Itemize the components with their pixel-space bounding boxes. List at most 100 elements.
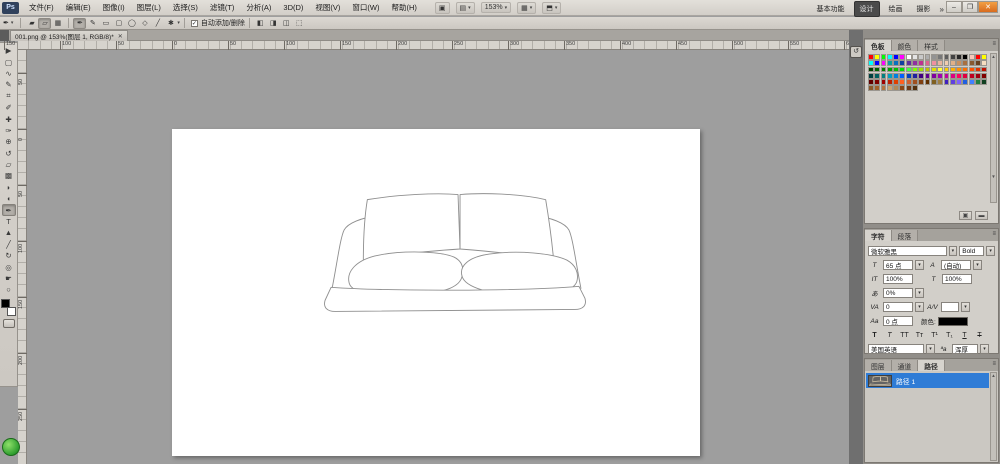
color-swatch[interactable]: [912, 67, 918, 73]
color-swatch[interactable]: [975, 60, 981, 66]
arrange-documents-icon[interactable]: ▦▾: [517, 2, 536, 14]
scroll-up-icon[interactable]: ▲: [991, 373, 995, 378]
color-swatch[interactable]: [937, 54, 943, 60]
color-swatch[interactable]: [931, 73, 937, 79]
menu-item-分析(A)[interactable]: 分析(A): [240, 1, 277, 15]
color-swatch[interactable]: [868, 73, 874, 79]
color-swatch[interactable]: [881, 60, 887, 66]
color-swatch[interactable]: [937, 79, 943, 85]
polygon-button[interactable]: ◇: [138, 18, 151, 29]
rectangular-marquee-tool[interactable]: ▢: [2, 56, 16, 67]
color-swatch[interactable]: [881, 73, 887, 79]
color-swatch[interactable]: [950, 54, 956, 60]
color-swatch[interactable]: [969, 73, 975, 79]
baseline-shift-input[interactable]: 0 点: [883, 316, 913, 326]
color-swatch[interactable]: [881, 54, 887, 60]
kerning-select[interactable]: [941, 302, 959, 312]
color-swatch[interactable]: [962, 79, 968, 85]
color-swatch[interactable]: [956, 73, 962, 79]
recorder-badge[interactable]: [2, 438, 20, 456]
color-swatch[interactable]: [918, 67, 924, 73]
3d-rotate-tool[interactable]: ↻: [2, 250, 16, 261]
brush-tool[interactable]: ✑: [2, 125, 16, 136]
color-swatch[interactable]: [944, 60, 950, 66]
view-extras-icon[interactable]: ▤▾: [456, 2, 475, 14]
leading-input[interactable]: (自动): [941, 260, 971, 270]
color-swatch[interactable]: [906, 54, 912, 60]
color-swatch[interactable]: [899, 60, 905, 66]
color-swatch[interactable]: [975, 79, 981, 85]
workspace-overflow-icon[interactable]: »: [940, 5, 944, 14]
delete-swatch-button[interactable]: ▬: [975, 211, 988, 220]
anti-alias-select[interactable]: 浑厚: [952, 344, 978, 354]
add-path-area-button[interactable]: ◧: [254, 18, 267, 29]
color-swatch[interactable]: [899, 73, 905, 79]
color-swatch[interactable]: [881, 85, 887, 91]
document-tab[interactable]: 001.png @ 153%(图层 1, RGB/8)* ✕: [10, 30, 128, 41]
color-swatch[interactable]: [881, 79, 887, 85]
color-swatch[interactable]: [969, 60, 975, 66]
all-caps-button[interactable]: TT: [898, 330, 911, 341]
color-swatch[interactable]: [899, 67, 905, 73]
fill-pixels-button[interactable]: ▦: [51, 18, 64, 29]
color-swatch[interactable]: [881, 67, 887, 73]
color-swatch[interactable]: [918, 73, 924, 79]
color-swatch[interactable]: [969, 67, 975, 73]
faux-bold-button[interactable]: T: [868, 330, 881, 341]
vertical-scale-input[interactable]: 100%: [883, 274, 913, 284]
color-swatch[interactable]: [918, 60, 924, 66]
color-swatch[interactable]: [887, 60, 893, 66]
small-caps-button[interactable]: Tᴛ: [913, 330, 926, 341]
subscript-button[interactable]: T₁: [943, 330, 956, 341]
dodge-tool[interactable]: ◖: [2, 193, 16, 204]
eraser-tool[interactable]: ▱: [2, 159, 16, 170]
color-swatch[interactable]: [874, 79, 880, 85]
color-swatch[interactable]: [962, 67, 968, 73]
paths-scrollbar[interactable]: ▲: [990, 372, 997, 461]
color-swatch[interactable]: [962, 60, 968, 66]
chevron-down-icon[interactable]: ▾: [980, 344, 989, 354]
pen-tool[interactable]: ✒: [2, 204, 16, 215]
color-swatch[interactable]: [981, 67, 987, 73]
color-swatch[interactable]: [944, 54, 950, 60]
paths-tab-图层[interactable]: 图层: [865, 360, 892, 371]
color-swatch[interactable]: [931, 67, 937, 73]
menu-item-视图(V)[interactable]: 视图(V): [309, 1, 346, 15]
color-swatch[interactable]: [925, 54, 931, 60]
document-canvas[interactable]: [172, 129, 700, 456]
tsume-select[interactable]: 0%: [883, 288, 913, 298]
color-swatch[interactable]: [893, 60, 899, 66]
color-swatch[interactable]: [918, 54, 924, 60]
crop-tool[interactable]: ⌗: [2, 91, 16, 102]
color-swatch[interactable]: [918, 79, 924, 85]
type-tool[interactable]: T: [2, 216, 16, 227]
swatches-scrollbar[interactable]: ▲ ▼: [990, 53, 997, 203]
color-swatch[interactable]: [950, 73, 956, 79]
color-swatch[interactable]: [962, 73, 968, 79]
shape-layers-button[interactable]: ▰: [25, 18, 38, 29]
color-swatch[interactable]: [975, 67, 981, 73]
pen-tool-button[interactable]: ✒: [73, 18, 86, 29]
color-swatch[interactable]: [944, 79, 950, 85]
workspace-设计[interactable]: 设计: [854, 1, 880, 17]
underline-button[interactable]: T: [958, 330, 971, 341]
tracking-select[interactable]: 0: [883, 302, 913, 312]
color-swatch[interactable]: [981, 54, 987, 60]
color-swatch[interactable]: [950, 79, 956, 85]
color-swatch[interactable]: [906, 73, 912, 79]
checkbox-icon[interactable]: ✓: [191, 20, 198, 27]
color-swatch[interactable]: [925, 73, 931, 79]
auto-add-delete-checkbox[interactable]: ✓ 自动添加/删除: [191, 18, 245, 28]
color-swatch[interactable]: [887, 79, 893, 85]
custom-shape-button[interactable]: ✱: [164, 18, 177, 29]
menu-item-编辑(E)[interactable]: 编辑(E): [60, 1, 97, 15]
color-swatch[interactable]: [912, 60, 918, 66]
ellipse-button[interactable]: ◯: [125, 18, 138, 29]
scroll-down-icon[interactable]: ▼: [991, 174, 995, 179]
font-style-select[interactable]: Bold: [959, 246, 984, 256]
chevron-down-icon[interactable]: ▾: [926, 344, 935, 354]
clone-stamp-tool[interactable]: ⊕: [2, 136, 16, 147]
tools-panel-header[interactable]: [0, 30, 9, 41]
color-swatch[interactable]: [981, 73, 987, 79]
color-swatch[interactable]: [893, 79, 899, 85]
